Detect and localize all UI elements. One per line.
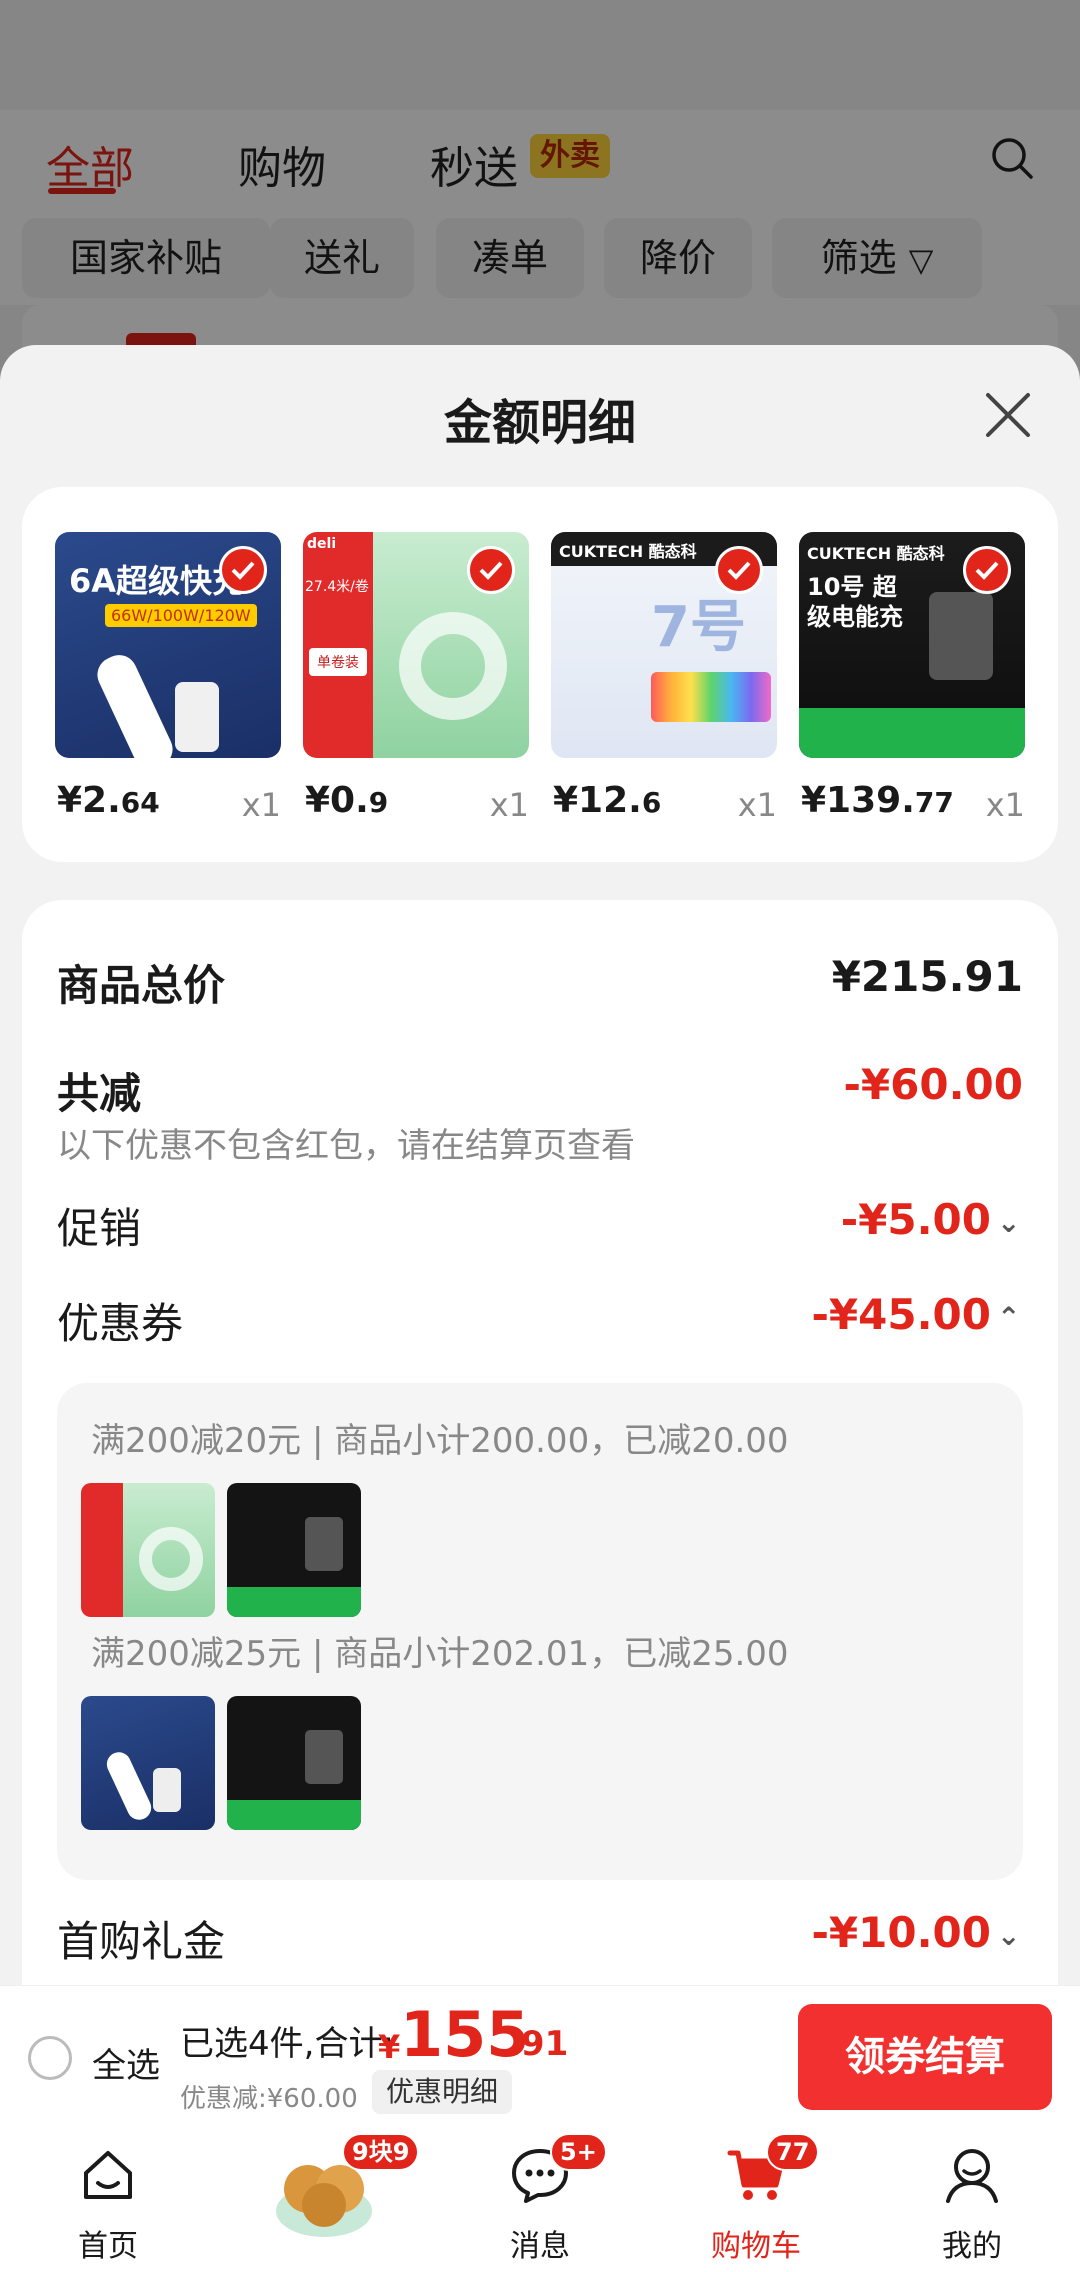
thumb-sub: CUKTECH 酷态科 [559,542,697,561]
nav-profile-label: 我的 [942,2229,1002,2264]
product-qty: x1 [985,786,1025,824]
coupon-product-thumb [81,1696,215,1830]
battery-graphic [651,672,771,722]
checked-icon[interactable] [715,546,763,594]
charger-graphic [929,592,993,680]
product-thumbnail: CUKTECH 酷态科 7号 [551,532,777,758]
coupon-label: 优惠券 [57,1299,184,1348]
product-price: ¥2.64 [57,780,160,821]
coupon-value: -¥45.00 [811,1290,991,1339]
total-symbol: ¥ [378,2028,401,2066]
select-all-radio[interactable] [28,2036,72,2080]
checkout-button[interactable]: 领券结算 [798,2004,1052,2110]
cable-graphic [91,649,179,758]
nav-cart-badge: 77 [766,2133,820,2171]
bottom-nav: 首页 9块9 5+ 消息 77 购物车 我的 [0,2125,1080,2272]
thumb-sub: 单卷装 [309,648,367,676]
product-qty: x1 [737,786,777,824]
product-item[interactable]: CUKTECH 酷态科 7号 ¥12.6 x1 [551,532,777,830]
select-all-label[interactable]: 全选 [92,2038,160,2087]
plug-graphic [175,682,219,752]
product-thumbnail: CUKTECH 酷态科 10号 超级电能充 [799,532,1025,758]
coupon-product-thumb [227,1696,361,1830]
product-item[interactable]: deli 27.4米/卷 单卷装 ¥0.9 x1 [303,532,529,830]
thumb-text: 10号 超级电能充 [807,573,903,631]
product-qty: x1 [241,786,281,824]
thumb-sub: CUKTECH 酷态科 [807,544,945,563]
product-price: ¥12.6 [553,780,662,821]
nav-cart[interactable]: 77 购物车 [648,2125,864,2272]
profile-icon [946,2149,998,2203]
nav-messages-label: 消息 [510,2229,570,2264]
thumb-text: 27.4米/卷 [305,579,369,595]
chevron-down-icon: ⌄ [997,1919,1021,1952]
chevron-down-icon: ⌄ [997,1206,1021,1239]
brand-strip [303,532,373,758]
selected-summary: 已选4件,合计: [180,2024,394,2064]
nav-messages-badge: 5+ [550,2133,607,2171]
sheet-title: 金额明细 [443,395,636,451]
checked-icon[interactable] [219,546,267,594]
coupon-group-text: 满200减25元 | 商品小计202.01，已减25.00 [91,1634,789,1674]
chevron-up-icon: ⌃ [997,1301,1021,1334]
nav-promo[interactable]: 9块9 [216,2125,432,2272]
home-icon [84,2151,132,2199]
product-qty: x1 [489,786,529,824]
checkout-bar: 全选 已选4件,合计: ¥ 155 .91 优惠减:¥60.00 优惠明细 领券… [0,1985,1080,2125]
nav-promo-badge: 9块9 [342,2133,420,2171]
product-thumbnail: deli 27.4米/卷 单卷装 [303,532,529,758]
promo-strip [799,708,1025,758]
thumb-sub: 66W/100W/120W [105,604,257,627]
product-item[interactable]: 6A超级快充 66W/100W/120W ¥2.64 x1 [55,532,281,830]
thumb-text: 7号 [651,595,746,660]
product-price: ¥139.77 [801,780,954,821]
close-icon[interactable] [980,387,1036,443]
amount-detail-card: 商品总价 ¥215.91 共减 -¥60.00 以下优惠不包含红包，请在结算页查… [22,900,1058,1995]
coupon-product-thumb [227,1483,361,1617]
nav-cart-label: 购物车 [711,2229,801,2264]
first-gift-label: 首购礼金 [57,1917,226,1966]
thumb-text: 6A超级快充 [69,562,245,600]
nav-home-label: 首页 [78,2229,138,2264]
checked-icon[interactable] [963,546,1011,594]
coupon-product-thumb [81,1483,215,1617]
discount-value: -¥60.00 [843,1060,1023,1109]
products-card: 6A超级快充 66W/100W/120W ¥2.64 x1 deli 27.4米… [22,487,1058,862]
product-thumbnail: 6A超级快充 66W/100W/120W [55,532,281,758]
saved-amount: 优惠减:¥60.00 [180,2084,358,2114]
brand-logo: deli [307,536,337,552]
discount-label: 共减 [57,1069,142,1118]
amount-detail-sheet: 金额明细 6A超级快充 66W/100W/120W ¥2.64 x1 deli [0,345,1080,1995]
nav-profile[interactable]: 我的 [864,2125,1080,2272]
total-value: ¥215.91 [831,952,1023,1001]
first-gift-value: -¥10.00 [811,1908,991,1957]
coupon-row[interactable]: -¥45.00 ⌃ [811,1290,1023,1339]
promo-label: 促销 [57,1204,142,1253]
checked-icon[interactable] [467,546,515,594]
nav-messages[interactable]: 5+ 消息 [432,2125,648,2272]
promo-value: -¥5.00 [840,1195,991,1244]
coupon-detail-box: 满200减20元 | 商品小计200.00，已减20.00 满200减25元 |… [57,1383,1023,1880]
product-item[interactable]: CUKTECH 酷态科 10号 超级电能充 ¥139.77 x1 [799,532,1025,830]
discount-hint: 以下优惠不包含红包，请在结算页查看 [57,1126,635,1166]
first-gift-row[interactable]: -¥10.00 ⌄ [811,1908,1023,1957]
product-price: ¥0.9 [305,780,389,821]
coupon-group-text: 满200减20元 | 商品小计200.00，已减20.00 [91,1421,789,1461]
tape-graphic [399,612,507,720]
total-decimal: .91 [508,2024,569,2064]
total-label: 商品总价 [57,961,226,1010]
nav-home[interactable]: 首页 [0,2125,216,2272]
promo-row[interactable]: -¥5.00 ⌄ [841,1195,1023,1244]
discount-detail-button[interactable]: 优惠明细 [372,2070,513,2114]
